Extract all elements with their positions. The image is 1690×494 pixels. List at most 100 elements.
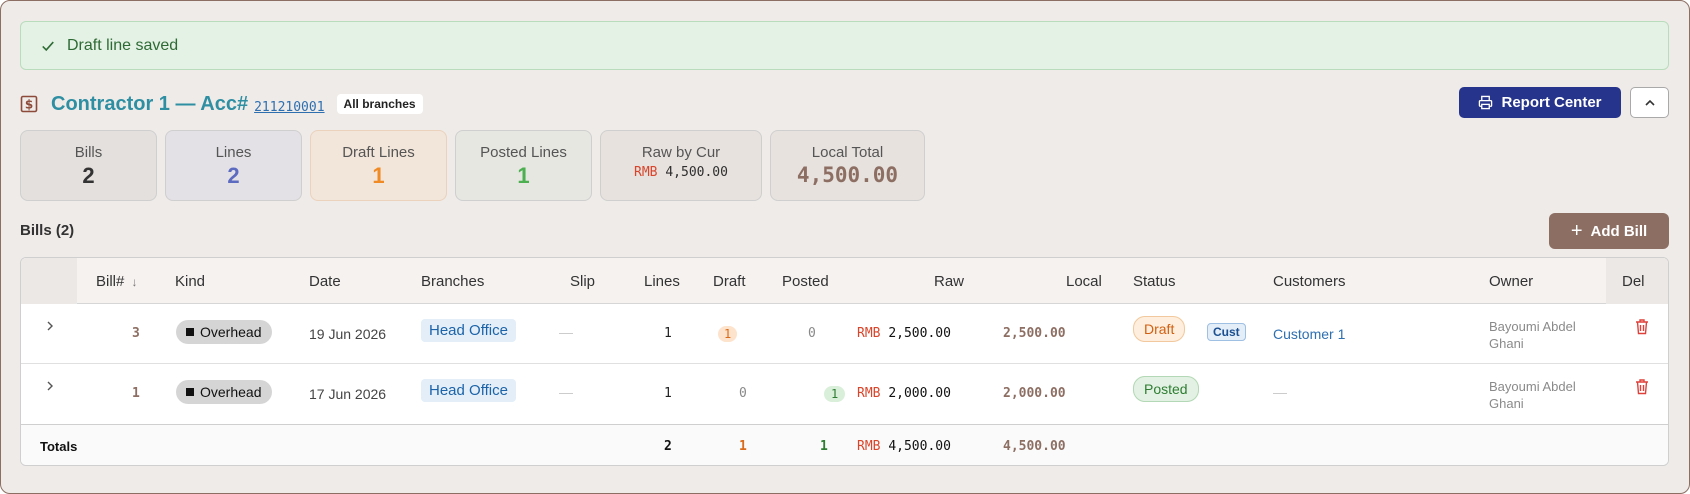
raw-value: 2,500.00 [888,326,951,341]
header: $ Contractor 1 — Acc# 211210001 All bran… [20,87,1671,121]
stat-value: 2 [227,163,240,188]
stat-local-total: Local Total 4,500.00 [770,130,925,201]
app-frame: Draft line saved $ Contractor 1 — Acc# 2… [0,0,1690,494]
col-date[interactable]: Date [309,273,341,290]
table-header: Bill# ↓ Kind Date Branches Slip Lines Dr… [21,258,1668,304]
stat-value: 1 [372,163,385,188]
stat-posted-lines: Posted Lines 1 [455,130,592,201]
totals-local: 4,500.00 [1003,439,1066,454]
col-posted[interactable]: Posted [782,273,829,290]
bills-section-title: Bills (2) [20,222,75,239]
toast-success: Draft line saved [20,21,1669,70]
stat-label: Posted Lines [480,144,567,161]
owner-name: Bayoumi Abdel Ghani [1489,379,1576,411]
bill-date: 19 Jun 2026 [309,326,387,342]
cust-tag-label: Cust [1207,323,1246,341]
slip-empty: — [559,384,573,400]
raw-value: 2,000.00 [888,386,951,401]
stat-label: Bills [74,144,103,161]
add-bill-label: Add Bill [1590,222,1648,240]
posted-count: 0 [808,326,816,341]
sort-down-icon: ↓ [131,275,138,289]
bills-table: Bill# ↓ Kind Date Branches Slip Lines Dr… [20,257,1669,466]
totals-raw: RMB 4,500.00 [857,439,951,454]
kind-label: Overhead [200,384,262,400]
branch-chip: Head Office [421,379,516,402]
col-branches[interactable]: Branches [421,273,484,290]
status-label: Posted [1133,376,1199,402]
page-title: Contractor 1 — Acc# [51,92,249,115]
totals-lines: 2 [664,439,672,454]
bill-date: 17 Jun 2026 [309,386,387,402]
slip-empty: — [559,324,573,340]
table-row[interactable]: 1 Overhead 17 Jun 2026 Head Office — 1 0… [21,364,1668,424]
stat-raw-by-cur: Raw by Cur RMB 4,500.00 [600,130,762,201]
col-customers[interactable]: Customers [1273,273,1346,290]
col-kind[interactable]: Kind [175,273,205,290]
branches-chip: All branches [336,94,423,114]
dollar-document-icon: $ [20,95,38,113]
currency-code: RMB [857,386,881,401]
check-icon [42,41,54,51]
expand-row-icon[interactable] [44,319,56,335]
col-raw[interactable]: Raw [934,273,964,290]
raw-amount: 4,500.00 [665,165,728,180]
stat-bills: Bills 2 [20,130,157,201]
bill-number: 1 [132,386,140,401]
totals-label: Totals [40,439,78,454]
square-icon [186,388,194,396]
col-slip[interactable]: Slip [570,273,595,290]
currency-code: RMB [857,326,881,341]
branch-chip: Head Office [421,319,516,342]
col-owner[interactable]: Owner [1489,273,1533,290]
raw-amount: RMB 2,500.00 [857,326,951,341]
totals-row: Totals 2 1 1 RMB 4,500.00 4,500.00 [21,424,1668,465]
col-draft[interactable]: Draft [713,273,746,290]
col-del: Del [1622,273,1645,290]
currency-code: RMB [634,165,658,180]
report-center-label: Report Center [1501,94,1602,111]
col-status[interactable]: Status [1133,273,1176,290]
svg-text:$: $ [25,98,33,112]
stat-label: Local Total [811,144,884,161]
stat-draft-lines: Draft Lines 1 [310,130,447,201]
owner-name: Bayoumi Abdel Ghani [1489,319,1576,351]
branch-label: Head Office [421,319,516,342]
expand-row-icon[interactable] [44,379,56,395]
trash-icon[interactable] [1634,318,1650,338]
plus-icon: + [1570,219,1583,242]
col-lines[interactable]: Lines [644,273,680,290]
table-row[interactable]: 3 Overhead 19 Jun 2026 Head Office — 1 1… [21,304,1668,364]
col-local[interactable]: Local [1066,273,1102,290]
local-amount: 2,000.00 [1003,386,1066,401]
printer-icon [1479,95,1493,110]
lines-count: 1 [664,326,672,341]
status-label: Draft [1133,316,1186,342]
stat-lines: Lines 2 [165,130,302,201]
draft-count: 0 [739,386,747,401]
stat-value: 1 [517,163,530,188]
col-bill-label: Bill# [96,273,125,290]
square-icon [186,328,194,336]
draft-badge: 1 [718,326,738,342]
lines-count: 1 [664,386,672,401]
collapse-button[interactable] [1630,87,1669,118]
trash-icon[interactable] [1634,378,1650,398]
posted-count: 1 [824,385,846,402]
kind-chip: Overhead [176,380,273,404]
customer-link[interactable]: Customer 1 [1273,326,1345,342]
account-number-link[interactable]: 211210001 [254,100,324,115]
stat-label: Raw by Cur [641,144,721,161]
kind-label: Overhead [200,324,262,340]
report-center-button[interactable]: Report Center [1459,87,1621,118]
status-badge: Draft [1133,316,1186,342]
chevron-up-icon [1644,99,1655,106]
add-bill-button[interactable]: + Add Bill [1549,213,1669,249]
col-bill[interactable]: Bill# ↓ [96,273,138,290]
stat-label: Draft Lines [342,144,415,161]
kind-chip: Overhead [176,320,273,344]
branch-label: Head Office [421,379,516,402]
stat-label: Lines [215,144,252,161]
customer-empty: — [1273,384,1287,400]
totals-posted: 1 [820,439,828,454]
